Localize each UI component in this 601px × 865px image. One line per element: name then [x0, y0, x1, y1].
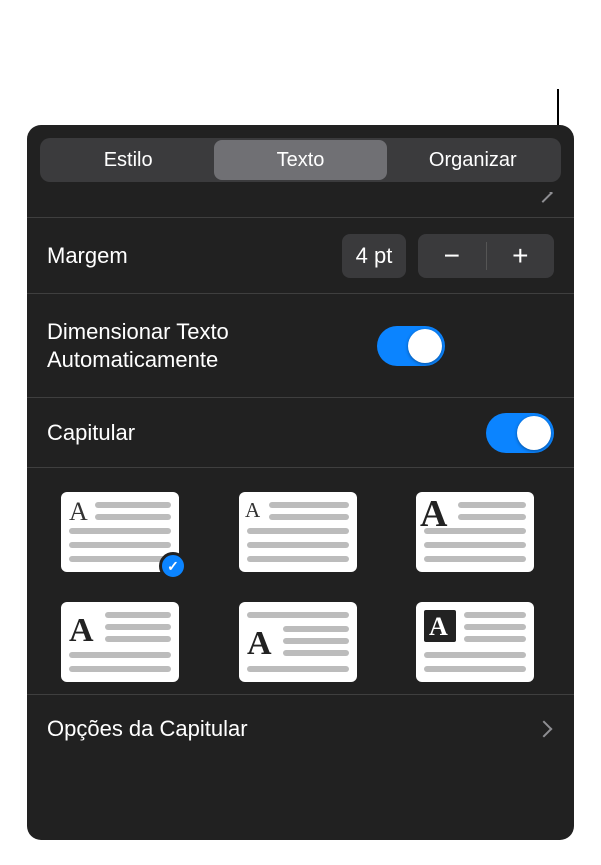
margin-increase-button[interactable]: +	[487, 234, 555, 278]
dropcap-label: Capitular	[47, 419, 486, 447]
margin-label: Margem	[47, 242, 330, 270]
format-panel: Estilo Texto Organizar Margem 4 pt − + D…	[27, 125, 574, 840]
margin-decrease-button[interactable]: −	[418, 234, 486, 278]
dropcap-options-label: Opções da Capitular	[47, 716, 538, 742]
dropcap-toggle[interactable]	[486, 413, 554, 453]
checkmark-icon: ✓	[159, 552, 187, 580]
chevron-right-icon	[536, 721, 553, 738]
dropcap-options-link[interactable]: Opções da Capitular	[27, 695, 574, 763]
tab-style[interactable]: Estilo	[42, 140, 214, 180]
dropcap-style-grid: A ✓ A	[27, 468, 574, 695]
autosize-row: Dimensionar Texto Automaticamente	[27, 294, 574, 398]
dropcap-style-boxed[interactable]: A	[416, 602, 534, 682]
margin-value[interactable]: 4 pt	[342, 234, 406, 278]
autosize-label: Dimensionar Texto Automaticamente	[47, 318, 377, 373]
dropcap-style-drop-3line[interactable]: A	[239, 602, 357, 682]
margin-stepper: − +	[418, 234, 554, 278]
dropcap-row: Capitular	[27, 398, 574, 468]
autosize-toggle[interactable]	[377, 326, 445, 366]
letter-a-icon: A	[69, 612, 94, 649]
dropcap-style-raised-small[interactable]: A ✓	[61, 492, 179, 572]
letter-a-icon: A	[245, 498, 261, 522]
previous-row-cutoff[interactable]	[27, 192, 574, 218]
margin-row: Margem 4 pt − +	[27, 218, 574, 294]
tab-bar: Estilo Texto Organizar	[40, 138, 561, 182]
dropcap-style-raised-medium[interactable]: A	[239, 492, 357, 572]
letter-a-icon: A	[429, 612, 448, 641]
letter-a-icon: A	[69, 497, 88, 526]
tab-text[interactable]: Texto	[214, 140, 386, 180]
dropcap-style-drop-2line[interactable]: A	[61, 602, 179, 682]
content-scroll: Margem 4 pt − + Dimensionar Texto Automa…	[27, 192, 574, 840]
dropcap-style-raised-large[interactable]: A	[416, 492, 534, 572]
letter-a-icon: A	[247, 625, 272, 662]
tab-arrange[interactable]: Organizar	[387, 140, 559, 180]
